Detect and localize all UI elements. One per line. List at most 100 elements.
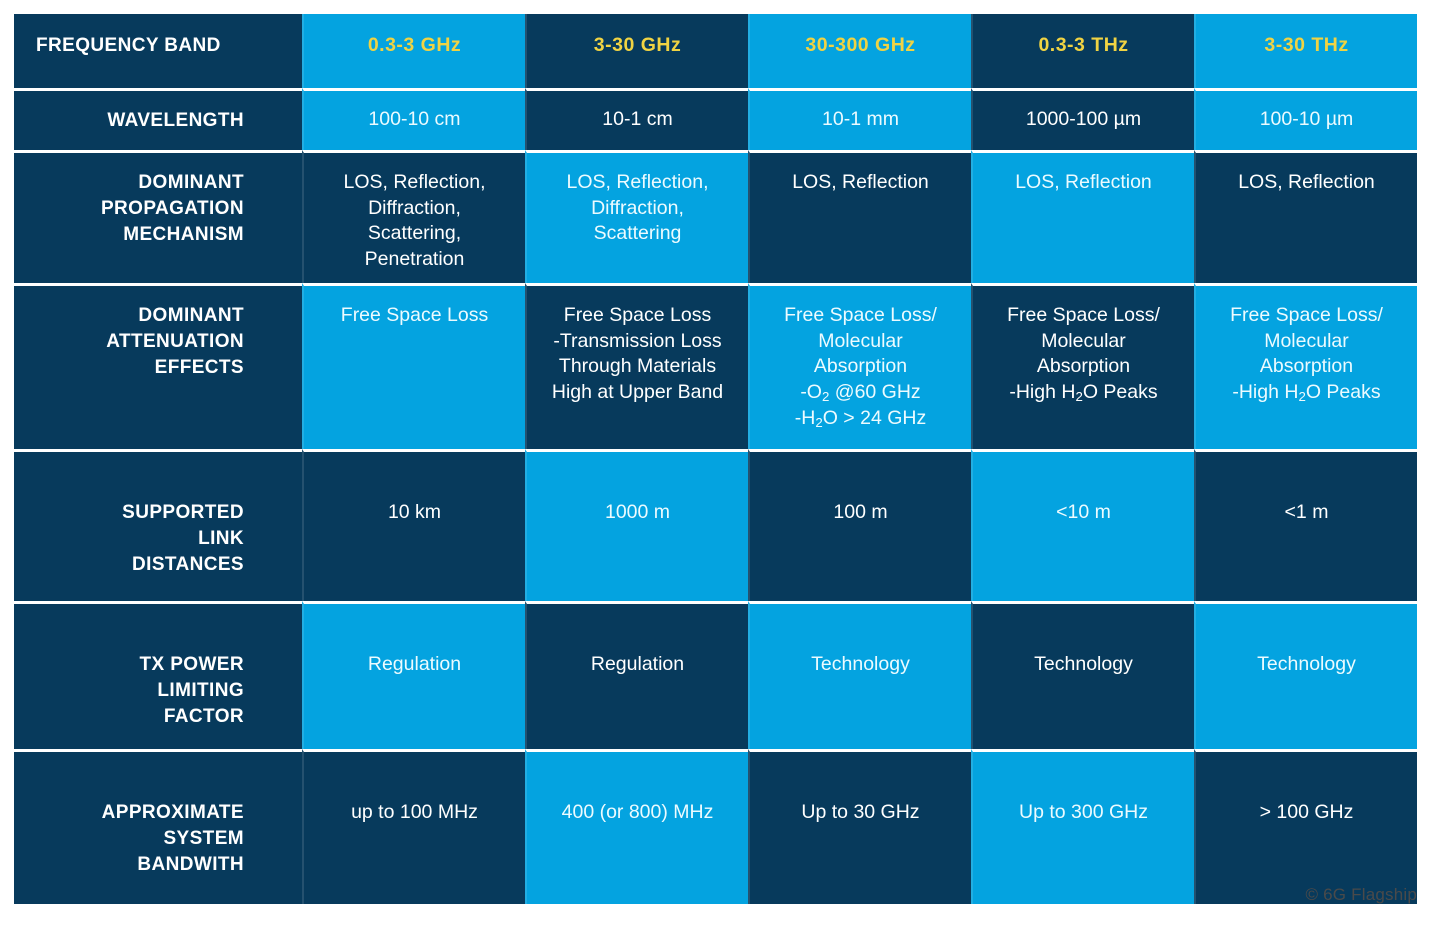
cell-txpower-col3: Technology — [748, 600, 971, 749]
cell-distance-col5: <1 m — [1194, 448, 1417, 601]
cell-attenuation-col4: Free Space Loss/Molecular Absorption -High… — [971, 282, 1194, 449]
cell-value: 100-10 cm — [368, 108, 461, 130]
cell-attenuation-col1: Free Space Loss — [302, 282, 525, 449]
cell-inner: 10-1 cm — [527, 91, 748, 143]
cell-value: Up to 30 GHz — [801, 800, 920, 823]
cell-value: 1000 m — [604, 500, 671, 523]
frequency-band-value: 3-30 GHz — [593, 34, 682, 57]
row-label-cell-wavelength: WAVELENGTH — [14, 88, 302, 150]
row-label-cell-txpower: TX POWER LIMITING FACTOR — [14, 600, 302, 749]
table-row: WAVELENGTH 100-10 cm 10-1 cm 10-1 mm 1000-10… — [14, 88, 1417, 150]
cell-txpower-col1: Regulation — [302, 600, 525, 749]
cell-distance-col4: <10 m — [971, 448, 1194, 601]
cell-bandwidth-col2: 400 (or 800) MHz — [525, 748, 748, 904]
cell-value: Free Space Loss -Transmission Loss Through… — [551, 303, 724, 404]
cell-inner: Technology — [750, 604, 971, 688]
cell-value: Technology — [1034, 652, 1133, 675]
cell-wavelength-col4: 1000-100 µm — [971, 88, 1194, 150]
cell-bandwidth-col4: Up to 300 GHz — [971, 748, 1194, 904]
cell-inner: 1000-100 µm — [973, 91, 1194, 143]
cell-value: Free Space Loss/Molecular Absorption -O2 @… — [784, 303, 937, 430]
cell-inner: Technology — [973, 604, 1194, 688]
cell-value: LOS, Reflection — [1015, 171, 1152, 193]
cell-attenuation-col3: Free Space Loss/Molecular Absorption -O2 @… — [748, 282, 971, 449]
row-label-wavelength: WAVELENGTH — [107, 110, 244, 131]
cell-inner: up to 100 MHz — [304, 752, 525, 836]
cell-value: LOS, Reflection, Diffraction, Scattering, P… — [343, 171, 486, 271]
cell-wavelength-col2: 10-1 cm — [525, 88, 748, 150]
cell-bandwidth-col1: up to 100 MHz — [302, 748, 525, 904]
cell-inner: Technology — [1196, 604, 1417, 688]
column-header-5: 3-30 THz — [1194, 14, 1417, 88]
cell-value: Free Space Loss/Molecular Absorption -High… — [1230, 303, 1383, 405]
frequency-band-comparison-table: FREQUENCY BAND 0.3-3 GHz 3-30 GHz 30-300 GH… — [14, 14, 1417, 904]
cell-value: 10-1 cm — [602, 108, 673, 130]
column-header-1: 0.3-3 GHz — [302, 14, 525, 88]
cell-value: up to 100 MHz — [351, 800, 478, 823]
cell-value: <1 m — [1284, 500, 1329, 523]
column-header-inner: 3-30 GHz — [527, 14, 748, 88]
frequency-band-value: 0.3-3 THz — [1038, 34, 1129, 57]
cell-value: Free Space Loss — [340, 303, 489, 326]
cell-propagation-col4: LOS, Reflection — [971, 150, 1194, 283]
frequency-band-value: 3-30 THz — [1264, 34, 1349, 57]
cell-value: 100-10 µm — [1259, 108, 1354, 130]
column-header-inner: 3-30 THz — [1196, 14, 1417, 88]
cell-inner: <1 m — [1196, 452, 1417, 536]
cell-attenuation-col5: Free Space Loss/Molecular Absorption -High… — [1194, 282, 1417, 449]
cell-txpower-col5: Technology — [1194, 600, 1417, 749]
cell-wavelength-col1: 100-10 cm — [302, 88, 525, 150]
cell-propagation-col1: LOS, Reflection, Diffraction, Scattering, P… — [302, 150, 525, 283]
row-label-cell-bandwidth: APPROXIMATE SYSTEM BANDWITH — [14, 748, 302, 904]
cell-inner: 100-10 µm — [1196, 91, 1417, 143]
cell-value: 100 m — [833, 500, 888, 523]
cell-inner: Free Space Loss/Molecular Absorption -O2 @… — [750, 286, 971, 442]
table-page: FREQUENCY BAND 0.3-3 GHz 3-30 GHz 30-300 GH… — [0, 0, 1431, 926]
cell-value: Up to 300 GHz — [1019, 800, 1148, 823]
row-label-bandwidth: APPROXIMATE SYSTEM BANDWITH — [101, 801, 244, 876]
table-row: DOMINANT PROPAGATION MECHANISM LOS, Reflect… — [14, 150, 1417, 283]
table-row: TX POWER LIMITING FACTOR Regulation Regulati… — [14, 600, 1417, 749]
comparison-table: FREQUENCY BAND 0.3-3 GHz 3-30 GHz 30-300 GH… — [14, 14, 1417, 904]
cell-attenuation-col2: Free Space Loss -Transmission Loss Through… — [525, 282, 748, 449]
cell-value: Free Space Loss/Molecular Absorption -High… — [1007, 303, 1160, 405]
cell-propagation-col3: LOS, Reflection — [748, 150, 971, 283]
cell-value: Regulation — [367, 652, 462, 675]
column-header-4: 0.3-3 THz — [971, 14, 1194, 88]
cell-inner: 100 m — [750, 452, 971, 536]
row-label-cell-distance: SUPPORTED LINK DISTANCES — [14, 448, 302, 601]
table-row: APPROXIMATE SYSTEM BANDWITH up to 100 MHz 40… — [14, 748, 1417, 904]
cell-inner: 1000 m — [527, 452, 748, 536]
copyright-credit: © 6G Flagship — [1305, 885, 1417, 904]
cell-value: Technology — [1257, 652, 1356, 675]
cell-inner: LOS, Reflection — [973, 153, 1194, 206]
column-header-inner: 0.3-3 GHz — [304, 14, 525, 88]
cell-value: Technology — [811, 652, 910, 675]
cell-inner: Free Space Loss/Molecular Absorption -High… — [973, 286, 1194, 416]
cell-distance-col3: 100 m — [748, 448, 971, 601]
cell-inner: 10 km — [304, 452, 525, 536]
cell-value: LOS, Reflection — [1238, 171, 1375, 193]
cell-inner: > 100 GHz — [1196, 752, 1417, 836]
cell-inner: Up to 300 GHz — [973, 752, 1194, 836]
column-header-inner: 30-300 GHz — [750, 14, 971, 88]
cell-inner: LOS, Reflection, Diffraction, Scattering — [527, 153, 748, 257]
cell-inner: 10-1 mm — [750, 91, 971, 143]
cell-inner: 400 (or 800) MHz — [527, 752, 748, 836]
row-label-attenuation: DOMINANT ATTENUATION EFFECTS — [106, 304, 244, 379]
row-label-cell-attenuation: DOMINANT ATTENUATION EFFECTS — [14, 282, 302, 449]
cell-inner: Up to 30 GHz — [750, 752, 971, 836]
row-label-cell-propagation: DOMINANT PROPAGATION MECHANISM — [14, 150, 302, 283]
cell-value: <10 m — [1056, 500, 1111, 523]
table-header-row: FREQUENCY BAND 0.3-3 GHz 3-30 GHz 30-300 GH… — [14, 14, 1417, 88]
cell-inner: Regulation — [304, 604, 525, 688]
cell-bandwidth-col5: > 100 GHz — [1194, 748, 1417, 904]
cell-value: 10-1 mm — [822, 108, 899, 130]
cell-value: 10 km — [387, 500, 442, 523]
column-header-2: 3-30 GHz — [525, 14, 748, 88]
row-label-distance: SUPPORTED LINK DISTANCES — [122, 501, 244, 576]
cell-wavelength-col3: 10-1 mm — [748, 88, 971, 150]
cell-distance-col2: 1000 m — [525, 448, 748, 601]
cell-bandwidth-col3: Up to 30 GHz — [748, 748, 971, 904]
cell-inner: Regulation — [527, 604, 748, 688]
